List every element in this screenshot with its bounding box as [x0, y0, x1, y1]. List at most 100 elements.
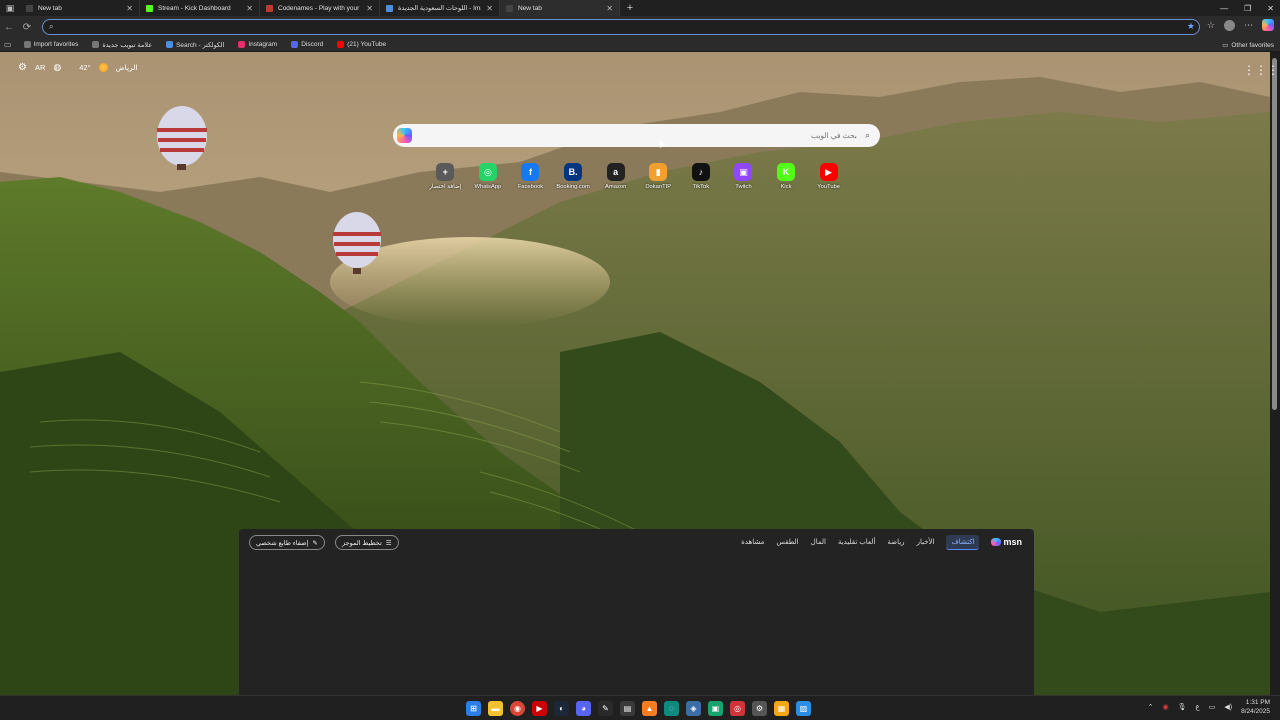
feed-category-tab[interactable]: المال [811, 538, 826, 546]
quick-link-tile[interactable]: a Amazon [594, 163, 637, 190]
bookmark-favicon-icon [23, 41, 31, 48]
close-icon[interactable]: ✕ [1267, 4, 1274, 13]
weather-city[interactable]: الرياض [116, 63, 138, 72]
network-icon[interactable]: ▭ [1209, 703, 1216, 711]
copilot-logo-icon[interactable] [397, 128, 412, 143]
new-tab-button[interactable]: + [622, 2, 638, 14]
feed-layout-button[interactable]: تخطيط الموجز ☰ [335, 535, 399, 550]
quick-link-label: إضافة اختصار [429, 184, 462, 190]
steam-icon[interactable]: ◐ [554, 701, 569, 716]
scrollbar-thumb[interactable] [1272, 58, 1277, 410]
bookmark-item[interactable]: Search - الكولكتر [166, 41, 224, 49]
favorites-icon[interactable]: ☆ [1207, 20, 1215, 31]
pen-app-icon[interactable]: ✎ [598, 701, 613, 716]
quick-link-tile[interactable]: B. Booking.com [552, 163, 595, 190]
youtube-icon[interactable]: ▶ [532, 701, 547, 716]
bookmarks-bar: ▭ Import favorites علامة تبويب جديدة Searc… [0, 38, 1280, 52]
browser-tab[interactable]: New tab ✕ [500, 0, 620, 16]
settings-app-icon[interactable]: ⚙ [752, 701, 767, 716]
notes-app-icon[interactable]: ▦ [774, 701, 789, 716]
copilot-icon[interactable] [1262, 19, 1274, 31]
browser-tab[interactable]: اللوحات السعودية الجديدة - Images ✕ [380, 0, 500, 16]
profile-avatar[interactable] [1224, 19, 1235, 31]
butterfly-icon [991, 538, 1002, 546]
personalize-button[interactable]: إضفاء طابع شخصي ✎ [249, 535, 325, 550]
quick-link-tile[interactable]: f Facebook [509, 163, 552, 190]
window-controls: — ❐ ✕ [1220, 0, 1274, 16]
tray-app-icon[interactable]: ◉ [1163, 703, 1169, 711]
vlc-icon[interactable]: ▲ [642, 701, 657, 716]
windows-start-icon[interactable]: ⊞ [466, 701, 481, 716]
green-app-icon[interactable]: ▣ [708, 701, 723, 716]
web-search-box[interactable]: ⌕ [393, 124, 880, 147]
quick-link-tile[interactable]: K Kick [765, 163, 808, 190]
tab-title: Codenames - Play with your Frien [278, 4, 361, 12]
apps-grid-icon[interactable]: ⋮⋮⋮ [1243, 63, 1279, 77]
input-language[interactable]: ع [1196, 703, 1200, 711]
bookmark-label: (21) YouTube [347, 41, 387, 48]
browser-tab[interactable]: New tab ✕ [20, 0, 140, 16]
browser-tab[interactable]: Codenames - Play with your Frien ✕ [260, 0, 380, 16]
bookmark-item[interactable]: Instagram [238, 41, 277, 49]
globe-icon[interactable]: ◍ [53, 62, 61, 73]
back-icon[interactable]: ← [0, 22, 18, 33]
tab-close-icon[interactable]: ✕ [606, 4, 613, 13]
feed-category-tab[interactable]: مشاهدة [741, 538, 764, 546]
file-explorer-icon[interactable]: ▬ [488, 701, 503, 716]
browser-tab[interactable]: Stream - Kick Dashboard ✕ [140, 0, 260, 16]
media-app-icon[interactable]: ▤ [620, 701, 635, 716]
bookmark-item[interactable]: Discord [291, 41, 323, 49]
discord-icon[interactable]: ◕ [576, 701, 591, 716]
minimize-icon[interactable]: — [1220, 4, 1228, 13]
taskbar: ⊞ ▬ ◉ ▶ ◐ ◕ ✎ ▤ ▲ ◌ ◈ ▣ ◎ ⚙ ▦ ▨ ⌃ ◉ 🎙 ع … [0, 695, 1280, 720]
address-bar[interactable]: ⌕ ★ [42, 19, 1200, 35]
tab-close-icon[interactable]: ✕ [126, 4, 133, 13]
quick-link-tile[interactable]: ♪ TikTok [680, 163, 723, 190]
quick-link-label: DokanTIP [645, 184, 672, 190]
search-icon[interactable]: ⌕ [865, 130, 870, 141]
bookmark-item[interactable]: Import favorites [23, 41, 78, 49]
quick-link-tile[interactable]: ◎ WhatsApp [467, 163, 510, 190]
photos-app-icon[interactable]: ▨ [796, 701, 811, 716]
chrome-icon[interactable]: ◉ [510, 701, 525, 716]
tab-close-icon[interactable]: ✕ [366, 4, 373, 13]
tab-close-icon[interactable]: ✕ [246, 4, 253, 13]
security-app-icon[interactable]: ◈ [686, 701, 701, 716]
red-app-icon[interactable]: ◎ [730, 701, 745, 716]
toolbar-actions: ☆ ⋯ [1207, 19, 1274, 31]
refresh-icon[interactable]: ⟳ [18, 22, 36, 33]
tray-chevron-icon[interactable]: ⌃ [1148, 703, 1154, 711]
bookmark-item[interactable]: علامة تبويب جديدة [92, 41, 152, 49]
quick-link-tile[interactable]: ▶ YouTube [807, 163, 850, 190]
feed-category-tab[interactable]: ألعاب تقليدية [838, 538, 875, 546]
sidebar-toggle-icon[interactable]: ▭ [4, 40, 12, 49]
other-favorites[interactable]: ▭ Other favorites [1222, 38, 1274, 52]
edge-icon[interactable]: ◌ [664, 701, 679, 716]
feed-category-tab[interactable]: الأخبار [917, 538, 935, 546]
volume-icon[interactable]: ◀) [1224, 703, 1232, 711]
bookmark-item[interactable]: (21) YouTube [337, 41, 386, 49]
tab-close-icon[interactable]: ✕ [486, 4, 493, 13]
feed-category-tab[interactable]: رياضة [887, 538, 904, 546]
feed-category-tab[interactable]: الطقس [776, 538, 798, 546]
weather-temp[interactable]: 42° [79, 63, 90, 72]
more-menu-icon[interactable]: ⋯ [1244, 20, 1253, 31]
quick-link-tile[interactable]: ▣ Twitch [722, 163, 765, 190]
quick-link-label: Booking.com [556, 184, 590, 190]
web-search-input[interactable] [412, 131, 857, 140]
quick-link-tile[interactable]: + إضافة اختصار [424, 163, 467, 190]
quick-link-tile[interactable]: ▮ DokanTIP [637, 163, 680, 190]
maximize-icon[interactable]: ❐ [1244, 4, 1251, 13]
feed-category-tab[interactable]: اكتشاف [946, 534, 980, 550]
bookmark-favicon-icon [291, 41, 299, 48]
address-input[interactable] [59, 22, 1199, 32]
language-label[interactable]: AR [35, 63, 45, 72]
quick-link-icon: K [777, 163, 796, 181]
favorite-star-icon[interactable]: ★ [1187, 21, 1195, 32]
settings-gear-icon[interactable]: ⚙ [18, 62, 27, 73]
page-scrollbar[interactable] [1270, 52, 1280, 695]
microphone-icon[interactable]: 🎙 [1178, 703, 1187, 711]
msn-logo[interactable]: msn [991, 537, 1022, 547]
system-clock[interactable]: 1:31 PM 8/24/2025 [1241, 698, 1270, 716]
tab-actions-icon[interactable]: ▣ [0, 0, 20, 16]
